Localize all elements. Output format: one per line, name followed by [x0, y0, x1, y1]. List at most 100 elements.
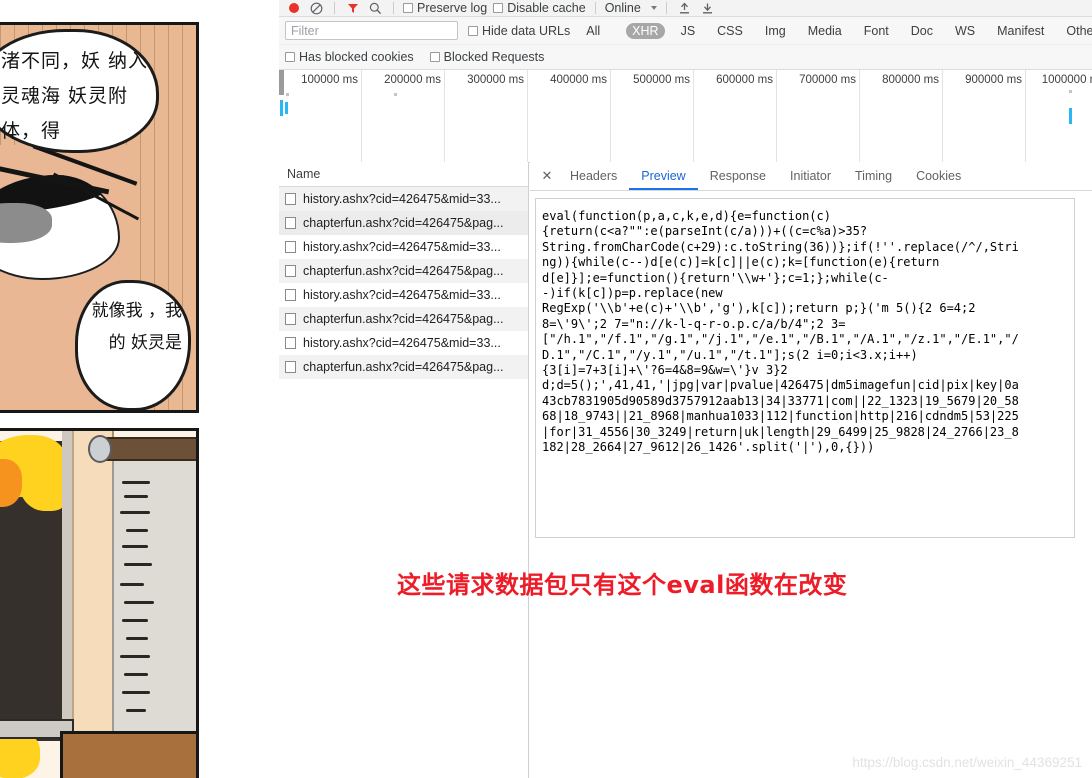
timeline-tick: 500000 ms [611, 70, 694, 162]
import-har-icon[interactable] [676, 0, 693, 17]
document-icon [285, 361, 296, 373]
tab-headers[interactable]: Headers [558, 163, 629, 190]
tab-cookies[interactable]: Cookies [904, 163, 973, 190]
checkbox-box[interactable] [468, 25, 478, 36]
timeline-tick: 400000 ms [528, 70, 611, 162]
request-name: history.ashx?cid=426475&mid=33... [303, 240, 501, 254]
throttling-select[interactable]: Online [605, 1, 657, 15]
overview-request-bar [1069, 108, 1072, 124]
timeline-tick: 900000 ms [943, 70, 1026, 162]
disable-cache-label: Disable cache [507, 1, 586, 15]
document-icon [285, 241, 296, 253]
request-row[interactable]: history.ashx?cid=426475&mid=33... [279, 283, 528, 307]
overview-request-bar [280, 100, 283, 116]
toolbar-separator [594, 2, 596, 14]
checkbox-box[interactable] [493, 3, 504, 13]
checkbox-box[interactable] [285, 52, 295, 62]
clear-icon[interactable] [308, 0, 325, 17]
request-name: chapterfun.ashx?cid=426475&pag... [303, 264, 504, 278]
comic-panel-top: 渚不同，妖 纳入灵魂海 妖灵附体，得 就像我 ，我的 妖灵是 [0, 22, 199, 413]
overview-marker-dot [1069, 90, 1072, 93]
network-overview-timeline[interactable]: 100000 ms 200000 ms 300000 ms 400000 ms … [279, 70, 1092, 163]
type-filter-media[interactable]: Media [802, 23, 848, 39]
type-filter-font[interactable]: Font [858, 23, 895, 39]
type-filter-doc[interactable]: Doc [905, 23, 939, 39]
column-header-name: Name [287, 167, 321, 181]
speech-bubble-top-text: 渚不同，妖 纳入灵魂海 妖灵附体，得 [1, 50, 149, 142]
request-row[interactable]: chapterfun.ashx?cid=426475&pag... [279, 355, 528, 379]
timeline-tick: 700000 ms [777, 70, 860, 162]
timeline-tick-label: 700000 ms [799, 74, 856, 86]
request-list-header: Name [279, 162, 528, 187]
export-har-icon[interactable] [699, 0, 716, 17]
type-filter-xhr[interactable]: XHR [626, 22, 665, 39]
request-row[interactable]: history.ashx?cid=426475&mid=33... [279, 331, 528, 355]
filter-input[interactable] [285, 21, 458, 40]
search-icon[interactable] [367, 0, 384, 17]
tab-timing[interactable]: Timing [843, 163, 904, 190]
tab-preview[interactable]: Preview [629, 163, 698, 190]
toolbar-separator [665, 2, 667, 14]
hide-data-urls-checkbox[interactable]: Hide data URLs [468, 24, 570, 38]
toolbar-separator [334, 2, 335, 14]
timeline-ticks: 100000 ms 200000 ms 300000 ms 400000 ms … [279, 70, 1092, 162]
preserve-log-checkbox[interactable]: Preserve log [403, 1, 487, 15]
detail-tabbar: ✕ Headers Preview Response Initiator Tim… [530, 162, 1092, 191]
request-name: chapterfun.ashx?cid=426475&pag... [303, 216, 504, 230]
type-filter-other[interactable]: Other [1060, 23, 1092, 39]
type-filter-all[interactable]: All [580, 23, 606, 39]
type-filter-img[interactable]: Img [759, 23, 792, 39]
request-detail-pane: ✕ Headers Preview Response Initiator Tim… [530, 162, 1092, 778]
timeline-tick-label: 200000 ms [384, 74, 441, 86]
has-blocked-cookies-checkbox[interactable]: Has blocked cookies [285, 50, 414, 64]
tab-response[interactable]: Response [698, 163, 778, 190]
document-icon [285, 217, 296, 229]
devtools-network-panel: Preserve log Disable cache Online Filter… [266, 0, 1092, 778]
request-row[interactable]: history.ashx?cid=426475&mid=33... [279, 187, 528, 211]
overview-resize-handle[interactable] [279, 70, 284, 95]
request-row[interactable]: chapterfun.ashx?cid=426475&pag... [279, 259, 528, 283]
document-icon [285, 265, 296, 277]
disable-cache-checkbox[interactable]: Disable cache [493, 1, 586, 15]
checkbox-box[interactable] [429, 52, 440, 62]
filter-funnel-icon[interactable] [344, 0, 361, 17]
record-stop-icon[interactable] [285, 0, 302, 17]
network-toolbar: Preserve log Disable cache Online [279, 0, 1092, 17]
timeline-tick-label: 900000 ms [965, 74, 1022, 86]
speech-bubble-top: 渚不同，妖 纳入灵魂海 妖灵附体，得 [0, 29, 159, 153]
timeline-tick-label: 500000 ms [633, 74, 690, 86]
request-row[interactable]: history.ashx?cid=426475&mid=33... [279, 235, 528, 259]
overview-request-bar [285, 102, 288, 114]
request-name: chapterfun.ashx?cid=426475&pag... [303, 312, 504, 326]
blocked-requests-label: Blocked Requests [443, 50, 545, 64]
timeline-tick: 100000 ms [279, 70, 362, 162]
tab-initiator[interactable]: Initiator [778, 163, 843, 190]
preview-content-box[interactable]: eval(function(p,a,c,k,e,d){e=function(c)… [535, 198, 1075, 538]
timeline-tick-label: 800000 ms [882, 74, 939, 86]
preview-code-text: eval(function(p,a,c,k,e,d){e=function(c)… [542, 209, 1019, 455]
type-filter-js[interactable]: JS [675, 23, 702, 39]
toolbar-separator [393, 2, 394, 14]
request-row[interactable]: chapterfun.ashx?cid=426475&pag... [279, 307, 528, 331]
rail-end-cap [88, 435, 112, 463]
timeline-tick-label: 300000 ms [467, 74, 524, 86]
speech-bubble-bottom-text: 就像我 ，我的 妖灵是 [91, 301, 182, 353]
request-name: history.ashx?cid=426475&mid=33... [303, 336, 501, 350]
type-filter-ws[interactable]: WS [949, 23, 981, 39]
blocked-requests-checkbox[interactable]: Blocked Requests [429, 50, 545, 64]
brown-board [60, 731, 196, 778]
request-row[interactable]: chapterfun.ashx?cid=426475&pag... [279, 211, 528, 235]
document-icon [285, 337, 296, 349]
type-filter-css[interactable]: CSS [711, 23, 749, 39]
document-icon [285, 313, 296, 325]
checkbox-box[interactable] [403, 3, 413, 13]
preserve-log-label: Preserve log [417, 1, 488, 15]
timeline-tick: 600000 ms [694, 70, 777, 162]
type-filter-manifest[interactable]: Manifest [991, 23, 1050, 39]
close-icon[interactable]: ✕ [536, 163, 558, 189]
request-list: Name history.ashx?cid=426475&mid=33... c… [279, 162, 529, 778]
hide-data-urls-label: Hide data URLs [482, 23, 571, 38]
timeline-tick: 200000 ms [362, 70, 445, 162]
chevron-down-icon[interactable] [650, 6, 657, 10]
watermark: https://blog.csdn.net/weixin_44369251 [852, 755, 1082, 770]
